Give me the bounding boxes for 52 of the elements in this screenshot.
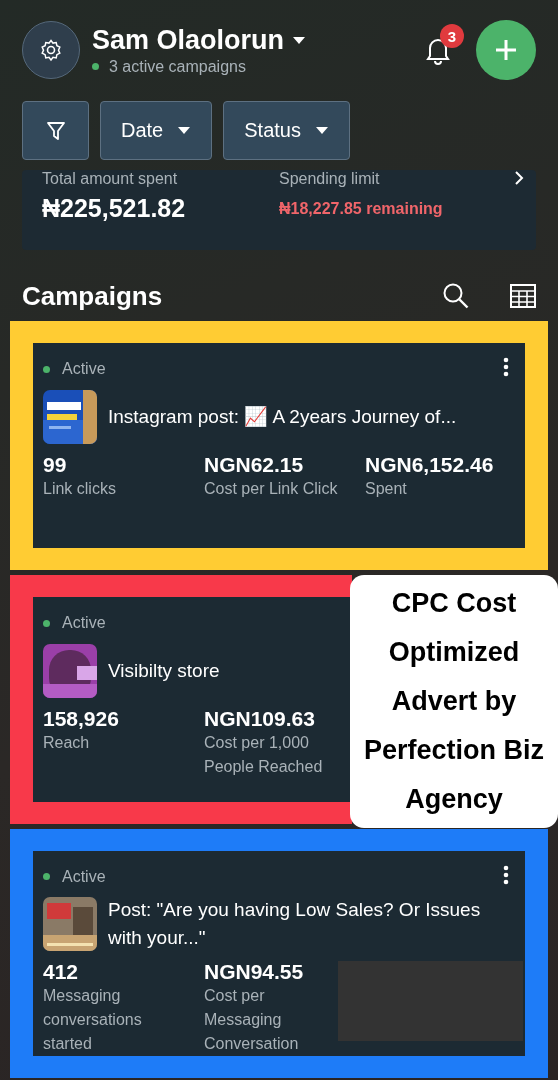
metric-label: Reach bbox=[43, 733, 91, 753]
status-dot bbox=[43, 619, 50, 627]
filter-button[interactable] bbox=[22, 101, 89, 160]
table-icon[interactable] bbox=[510, 284, 536, 308]
notification-badge: 3 bbox=[440, 24, 464, 48]
search-icon[interactable] bbox=[442, 282, 470, 310]
dropdown-button[interactable]: Date bbox=[100, 101, 213, 160]
more-icon[interactable] bbox=[503, 357, 509, 377]
status-label: Active bbox=[62, 867, 106, 886]
metric-value: 412 bbox=[43, 960, 80, 984]
campaign-card[interactable]: Active Post: "Are you having Low Sales? Or Issues with your..." 412 Messaging conversations started NGN94.55 Cost per Messaging Conversation bbox=[33, 851, 525, 1056]
campaign-title[interactable]: Visibilty store bbox=[108, 657, 220, 685]
active-campaigns-text: 3 active campaigns bbox=[109, 57, 246, 76]
caption-sticker: CPC Cost Optimized Advert by Perfection Biz Agency bbox=[350, 575, 558, 828]
status-dot bbox=[43, 873, 50, 880]
metric-label: Messaging conversations started bbox=[43, 986, 143, 1054]
spending-limit-label: Spending limit bbox=[279, 170, 381, 188]
dropdown-button[interactable]: Status bbox=[223, 101, 350, 160]
account-name[interactable]: Sam Olaolorun bbox=[92, 24, 285, 56]
metric-label: Cost per 1,000 People Reached bbox=[204, 733, 324, 777]
more-icon[interactable] bbox=[503, 865, 509, 885]
status-label: Active bbox=[62, 360, 106, 378]
remaining-amount: ₦18,227.85 remaining bbox=[279, 200, 444, 218]
campaign-card[interactable]: Active Instagram post: 📈 A 2years Journey of... 99 Link clicks NGN62.15 Cost per Link Click NGN6,152.46 Spent bbox=[33, 343, 525, 548]
settings-icon bbox=[39, 38, 63, 62]
campaign-card[interactable]: Active Visibilty store 158,926 Reach NGN109.63 Cost per 1,000 People Reached bbox=[33, 597, 352, 802]
metric-label: Link clicks bbox=[43, 479, 117, 499]
status-label: Active bbox=[62, 614, 106, 632]
caret-icon[interactable] bbox=[292, 35, 307, 45]
summary-card[interactable]: Total amount spent ₦225,521.82 Spending limit ₦18,227.85 remaining bbox=[22, 170, 536, 250]
campaign-title[interactable]: Post: "Are you having Low Sales? Or Issues with your..." bbox=[108, 896, 515, 952]
metric-label: Cost per Link Click bbox=[204, 479, 339, 499]
metric-value: NGN62.15 bbox=[204, 453, 305, 477]
metric-label: Spent bbox=[365, 479, 408, 499]
filter-icon bbox=[45, 119, 66, 142]
total-spent-value: ₦225,521.82 bbox=[42, 194, 187, 223]
add-button[interactable] bbox=[476, 20, 536, 80]
section-title: Campaigns bbox=[22, 280, 164, 312]
caret-icon bbox=[314, 126, 329, 135]
caret-icon bbox=[177, 126, 192, 135]
status-dot bbox=[43, 365, 50, 373]
metric-value: 158,926 bbox=[43, 707, 120, 731]
total-spent-label: Total amount spent bbox=[42, 170, 179, 188]
campaign-title[interactable]: Instagram post: 📈 A 2years Journey of... bbox=[108, 403, 457, 431]
metric-value: NGN94.55 bbox=[204, 960, 305, 984]
metric-value: NGN6,152.46 bbox=[365, 453, 495, 477]
chevron-right-icon[interactable] bbox=[514, 170, 524, 186]
metric-value: NGN109.63 bbox=[204, 707, 316, 731]
metric-label: Cost per Messaging Conversation bbox=[204, 986, 300, 1054]
status-dot bbox=[92, 63, 99, 70]
plus-icon bbox=[494, 38, 518, 62]
metric-value: 99 bbox=[43, 453, 68, 477]
